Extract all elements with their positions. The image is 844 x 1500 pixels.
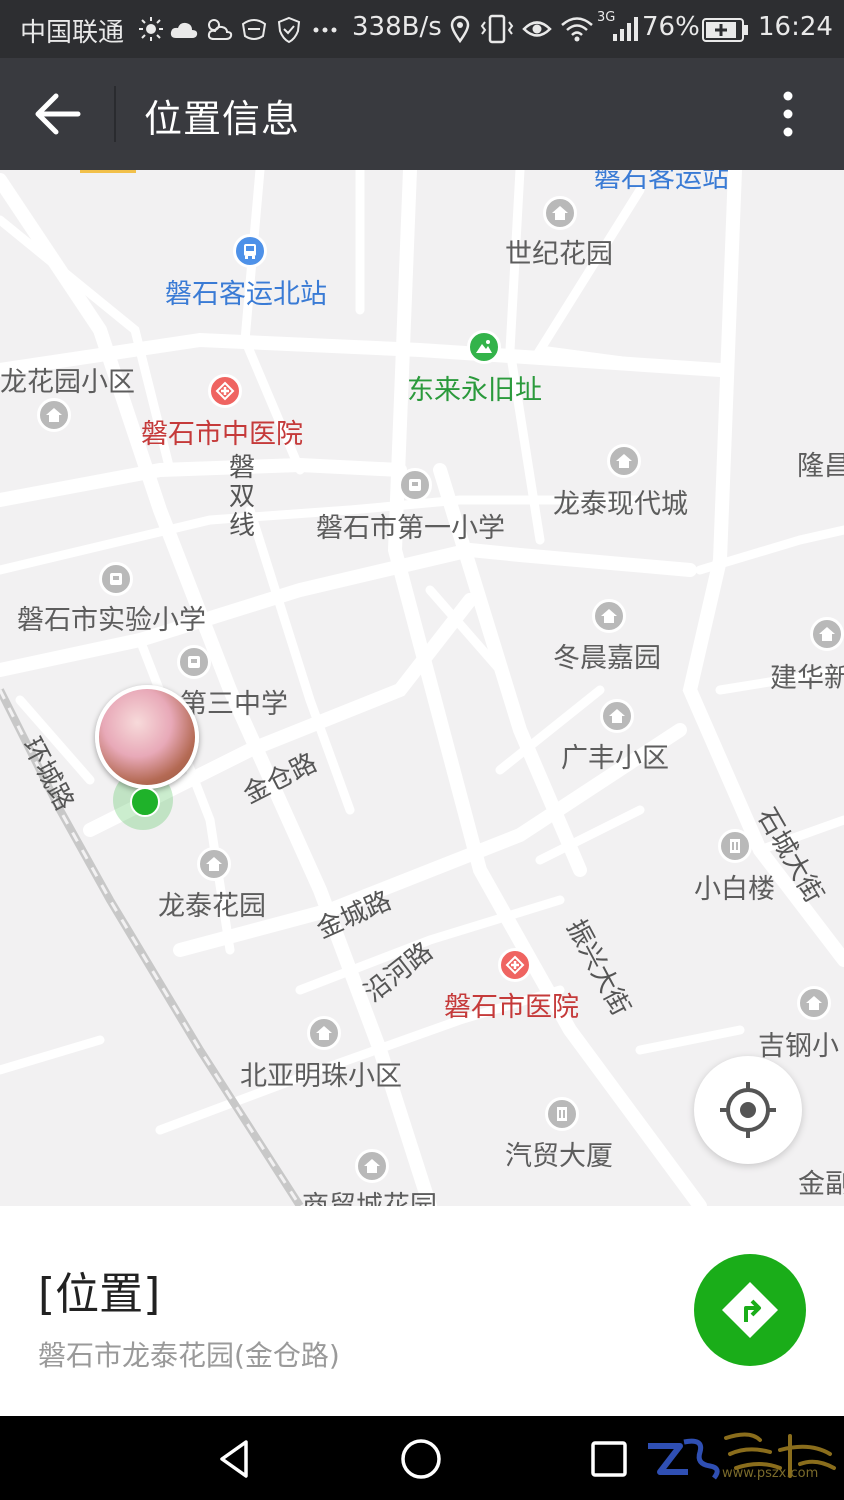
school-icon[interactable] bbox=[99, 562, 133, 596]
status-bar: 中国联通 338B/s 3G 76% 16:24 bbox=[0, 0, 844, 58]
location-name: [位置] bbox=[38, 1269, 161, 1320]
page-title: 位置信息 bbox=[144, 97, 301, 141]
school-icon[interactable] bbox=[177, 645, 211, 679]
poi-label[interactable]: 磐石客运北站 bbox=[165, 272, 327, 311]
sun-icon bbox=[139, 17, 163, 41]
avatar[interactable] bbox=[95, 685, 199, 789]
school-icon[interactable] bbox=[398, 468, 432, 502]
signal-icon bbox=[613, 17, 638, 41]
poi-home-icon[interactable] bbox=[607, 444, 641, 478]
carrier-label: 中国联通 bbox=[20, 18, 125, 48]
road-label: 磐双线 bbox=[229, 453, 256, 541]
poi-label[interactable]: 世纪花园 bbox=[505, 232, 613, 271]
poi-label[interactable]: 冬晨嘉园 bbox=[553, 636, 661, 675]
navigation-bar: www.pszx.com bbox=[0, 1416, 844, 1500]
poi-label[interactable]: 北亚明珠小区 bbox=[240, 1054, 402, 1093]
ellipsis-icon bbox=[313, 27, 337, 33]
poi-label[interactable]: 第三中学 bbox=[180, 682, 288, 721]
battery-percent-label: 76% bbox=[642, 12, 700, 42]
locate-crosshair-icon bbox=[720, 1082, 776, 1138]
scenic-spot-icon[interactable] bbox=[467, 330, 501, 364]
building-icon[interactable] bbox=[545, 1097, 579, 1131]
poi-label[interactable]: 龙泰花园 bbox=[158, 884, 266, 923]
poi-home-icon[interactable] bbox=[37, 398, 71, 432]
poi-label[interactable]: 磐石市第一小学 bbox=[316, 506, 505, 545]
poi-home-icon[interactable] bbox=[355, 1149, 389, 1183]
poi-home-icon[interactable] bbox=[197, 847, 231, 881]
building-icon[interactable] bbox=[718, 829, 752, 863]
clock-label: 16:24 bbox=[758, 12, 833, 42]
poi-label[interactable]: 小白楼 bbox=[694, 867, 775, 906]
hospital-icon[interactable] bbox=[498, 948, 532, 982]
nav-home-circle-icon[interactable] bbox=[398, 1436, 444, 1482]
poi-label[interactable]: 建华新 bbox=[770, 656, 844, 695]
location-address: 磐石市龙泰花园(金仓路) bbox=[38, 1339, 340, 1372]
poi-label[interactable]: 隆昌 bbox=[797, 444, 844, 483]
route-button[interactable] bbox=[694, 1254, 806, 1366]
battery-charging-icon bbox=[702, 18, 748, 42]
poi-home-icon[interactable] bbox=[600, 699, 634, 733]
poi-home-icon[interactable] bbox=[810, 617, 844, 651]
mask-icon bbox=[241, 19, 267, 40]
watermark-url: www.pszx.com bbox=[722, 1466, 819, 1481]
poi-home-icon[interactable] bbox=[543, 196, 577, 230]
title-divider bbox=[114, 86, 116, 142]
eye-icon bbox=[522, 21, 552, 37]
poi-label[interactable]: 东来永旧址 bbox=[407, 368, 542, 407]
locate-button[interactable] bbox=[694, 1056, 802, 1164]
map-view[interactable]: 磐石客运站 世纪花园 磐石客运北站 东来永旧址 龙花园小区 磐石市中医院 磐石市… bbox=[0, 170, 844, 1206]
location-pin-icon bbox=[450, 15, 470, 43]
poi-home-icon[interactable] bbox=[307, 1016, 341, 1050]
bus-station-icon[interactable] bbox=[233, 234, 267, 268]
poi-label[interactable]: 磐石市医院 bbox=[444, 985, 579, 1024]
arrow-left-icon[interactable] bbox=[22, 82, 92, 146]
watermark-logo bbox=[648, 1432, 836, 1480]
poi-label[interactable]: 龙泰现代城 bbox=[553, 482, 688, 521]
nav-back-triangle-icon[interactable] bbox=[212, 1436, 258, 1482]
more-vertical-icon[interactable] bbox=[770, 84, 806, 144]
poi-label[interactable]: 龙花园小区 bbox=[0, 360, 135, 399]
poi-label[interactable]: 磐石客运站 bbox=[594, 170, 729, 195]
poi-label[interactable]: 汽贸大厦 bbox=[505, 1134, 613, 1173]
title-bar: 位置信息 bbox=[0, 58, 844, 170]
poi-label[interactable]: 商贸城花园 bbox=[302, 1184, 437, 1206]
location-info-panel: [位置] 磐石市龙泰花园(金仓路) bbox=[0, 1206, 844, 1416]
vibrate-icon bbox=[480, 14, 514, 44]
poi-label[interactable]: 磐石市实验小学 bbox=[17, 598, 206, 637]
shield-icon bbox=[277, 16, 301, 44]
partly-cloudy-icon bbox=[207, 19, 233, 40]
net-speed-label: 338B/s bbox=[352, 12, 442, 42]
cloud-icon bbox=[170, 22, 198, 38]
poi-home-icon[interactable] bbox=[797, 986, 831, 1020]
poi-home-icon[interactable] bbox=[592, 599, 626, 633]
poi-label[interactable]: 磐石市中医院 bbox=[141, 412, 303, 451]
nav-recents-square-icon[interactable] bbox=[588, 1438, 630, 1480]
hospital-icon[interactable] bbox=[208, 374, 242, 408]
poi-label[interactable]: 金副 bbox=[798, 1162, 844, 1201]
current-location-dot[interactable] bbox=[130, 787, 160, 817]
wifi-icon bbox=[561, 17, 593, 42]
poi-label[interactable]: 广丰小区 bbox=[561, 736, 669, 775]
route-navigation-icon bbox=[722, 1282, 778, 1338]
